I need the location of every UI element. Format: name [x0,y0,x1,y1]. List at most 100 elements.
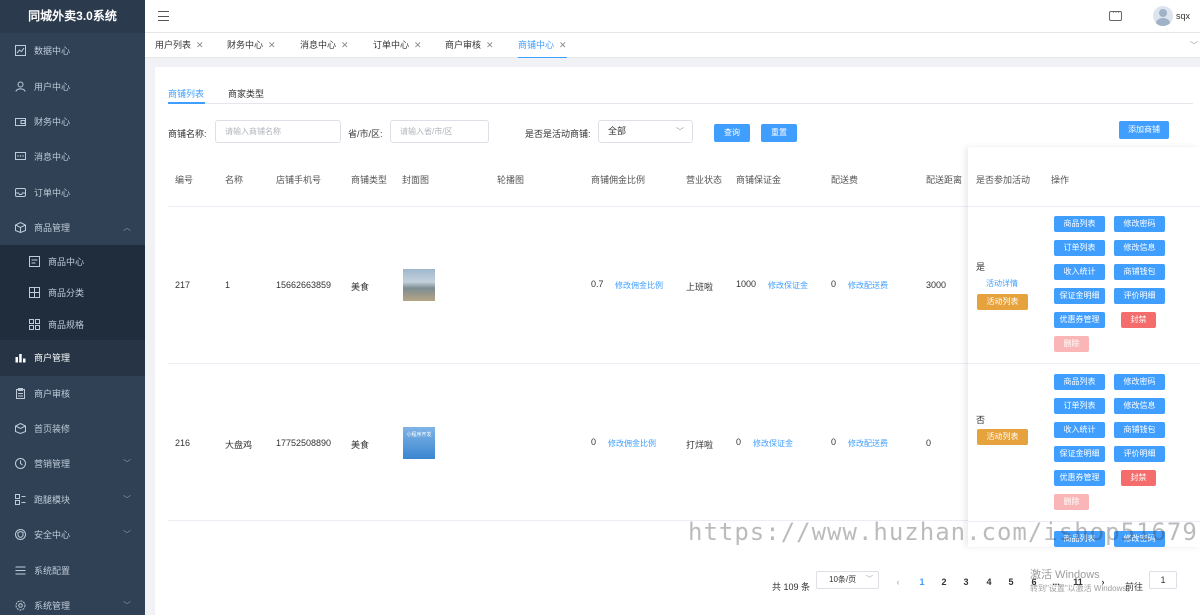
username[interactable]: sqx [1176,11,1190,21]
sidebar-item-data-center[interactable]: 数据中心 [0,33,145,68]
prev-page-button[interactable]: ‹ [890,574,906,590]
sidebar-item-label: 系统配置 [34,565,71,576]
page-5-button[interactable]: 5 [1003,574,1019,590]
chevron-down-icon: ﹀ [866,576,873,583]
goto-page-input[interactable]: 1 [1149,571,1177,589]
sidebar-item-order-center[interactable]: 订单中心 [0,175,145,210]
delete-button[interactable]: 删除 [1054,494,1089,510]
sidebar-item-label: 消息中心 [34,152,71,163]
order-list-button[interactable]: 订单列表 [1054,240,1105,256]
reset-button[interactable]: 重置 [761,124,797,142]
cell-status: 上班啦 [686,282,714,292]
cell-type: 美食 [351,440,370,450]
page-size-select[interactable]: 10条/页 ﹀ [816,571,879,589]
sidebar-item-system-management[interactable]: 系统管理 ﹀ [0,588,145,615]
close-icon[interactable]: ✕ [341,40,349,50]
subtab-shop-list[interactable]: 商铺列表 [168,87,204,100]
col-header-phone: 店铺手机号 [276,175,322,185]
add-shop-button[interactable]: 添加商铺 [1119,121,1169,139]
sidebar-item-user-center[interactable]: 用户中心 [0,68,145,103]
sidebar-item-merchant-review[interactable]: 商户审核 [0,376,145,411]
active-shop-label: 是否是活动商铺: [525,129,591,139]
cell-status: 打烊啦 [686,440,714,450]
ban-button[interactable]: 封禁 [1121,312,1156,328]
hamburger-icon[interactable] [158,11,169,21]
chevron-down-icon: ﹀ [123,459,131,469]
cover-image-miniapp[interactable]: 小程序开发 [403,427,435,459]
sidebar-item-label: 安全中心 [34,530,71,541]
sidebar-item-finance-center[interactable]: 财务中心 [0,104,145,139]
page-1-button[interactable]: 1 [914,574,930,590]
activity-list-button[interactable]: 活动列表 [977,429,1028,445]
page-2-button[interactable]: 2 [936,574,952,590]
subtab-merchant-type[interactable]: 商家类型 [228,87,264,100]
edit-fee-link[interactable]: 修改配送费 [848,438,888,449]
close-icon[interactable]: ✕ [268,40,276,50]
edit-fee-link[interactable]: 修改配送费 [848,280,888,291]
sidebar: 同城外卖3.0系统 数据中心 用户中心 财务中心 消息中心 订单中心 商品管理 … [0,0,145,615]
page-3-button[interactable]: 3 [958,574,974,590]
sidebar-item-home-decoration[interactable]: 首页装修 [0,411,145,446]
sidebar-item-errand-module[interactable]: 跑腿模块 ﹀ [0,482,145,517]
bar-chart-icon [14,352,26,364]
chat-icon[interactable] [1109,8,1122,21]
close-icon[interactable]: ✕ [414,40,422,50]
change-password-button[interactable]: 修改密码 [1114,374,1165,390]
page-4-button[interactable]: 4 [981,574,997,590]
edit-info-button[interactable]: 修改信息 [1114,240,1165,256]
edit-commission-link[interactable]: 修改佣金比例 [608,438,656,449]
activity-detail-link[interactable]: 活动详情 [986,278,1018,289]
sidebar-item-product-spec[interactable]: 商品规格 [0,308,145,341]
edit-commission-link[interactable]: 修改佣金比例 [615,280,663,291]
active-shop-select[interactable]: 全部 ﹀ [598,120,693,143]
product-list-button[interactable]: 商品列表 [1054,216,1105,232]
shop-wallet-button[interactable]: 商铺钱包 [1114,264,1165,280]
tab-order-center[interactable]: 订单中心 ✕ [373,33,422,58]
region-input[interactable] [390,120,489,143]
sidebar-item-system-config[interactable]: 系统配置 [0,552,145,587]
order-list-button[interactable]: 订单列表 [1054,398,1105,414]
cover-image-beach[interactable] [403,269,435,301]
ban-button[interactable]: 封禁 [1121,470,1156,486]
activity-list-button[interactable]: 活动列表 [977,294,1028,310]
sidebar-item-product-center[interactable]: 商品中心 [0,245,145,277]
document-icon [28,255,40,267]
coupon-management-button[interactable]: 优惠券管理 [1054,470,1105,486]
tab-message-center[interactable]: 消息中心 ✕ [300,33,349,58]
region-label: 省/市/区: [348,129,383,139]
sidebar-item-merchant-management[interactable]: 商户管理 [0,340,145,376]
review-detail-button[interactable]: 评价明细 [1114,288,1165,304]
close-icon[interactable]: ✕ [196,40,204,50]
row-divider [968,363,1200,364]
coupon-management-button[interactable]: 优惠券管理 [1054,312,1105,328]
sidebar-item-product-category[interactable]: 商品分类 [0,276,145,309]
income-stats-button[interactable]: 收入统计 [1054,264,1105,280]
tab-shop-center[interactable]: 商铺中心 ✕ [518,33,567,58]
deposit-detail-button[interactable]: 保证金明细 [1054,288,1105,304]
income-stats-button[interactable]: 收入统计 [1054,422,1105,438]
sidebar-item-product-management[interactable]: 商品管理 ︿ [0,210,145,245]
sidebar-item-message-center[interactable]: 消息中心 [0,139,145,174]
close-icon[interactable]: ✕ [559,40,567,50]
fixed-right-columns: 是否参加活动 操作 是 活动详情 活动列表 商品列表 修改密码 订单列表 修改信… [968,147,1200,547]
cell-activity: 是 [976,262,986,272]
edit-deposit-link[interactable]: 修改保证金 [753,438,793,449]
review-detail-button[interactable]: 评价明细 [1114,446,1165,462]
sidebar-item-security-center[interactable]: 安全中心 ﹀ [0,517,145,552]
edit-deposit-link[interactable]: 修改保证金 [768,280,808,291]
avatar[interactable] [1153,6,1173,26]
deposit-detail-button[interactable]: 保证金明细 [1054,446,1105,462]
sidebar-item-marketing-management[interactable]: 营销管理 ﹀ [0,446,145,481]
shop-name-input[interactable] [215,120,341,143]
edit-info-button[interactable]: 修改信息 [1114,398,1165,414]
close-icon[interactable]: ✕ [486,40,494,50]
delete-button[interactable]: 删除 [1054,336,1089,352]
change-password-button[interactable]: 修改密码 [1114,216,1165,232]
tab-finance-center[interactable]: 财务中心 ✕ [227,33,276,58]
tab-merchant-review[interactable]: 商户审核 ✕ [445,33,494,58]
chevron-down-icon[interactable]: ﹀ [1188,33,1200,58]
search-button[interactable]: 查询 [714,124,750,142]
shop-wallet-button[interactable]: 商铺钱包 [1114,422,1165,438]
tab-user-list[interactable]: 用户列表 ✕ [155,33,204,58]
product-list-button[interactable]: 商品列表 [1054,374,1105,390]
